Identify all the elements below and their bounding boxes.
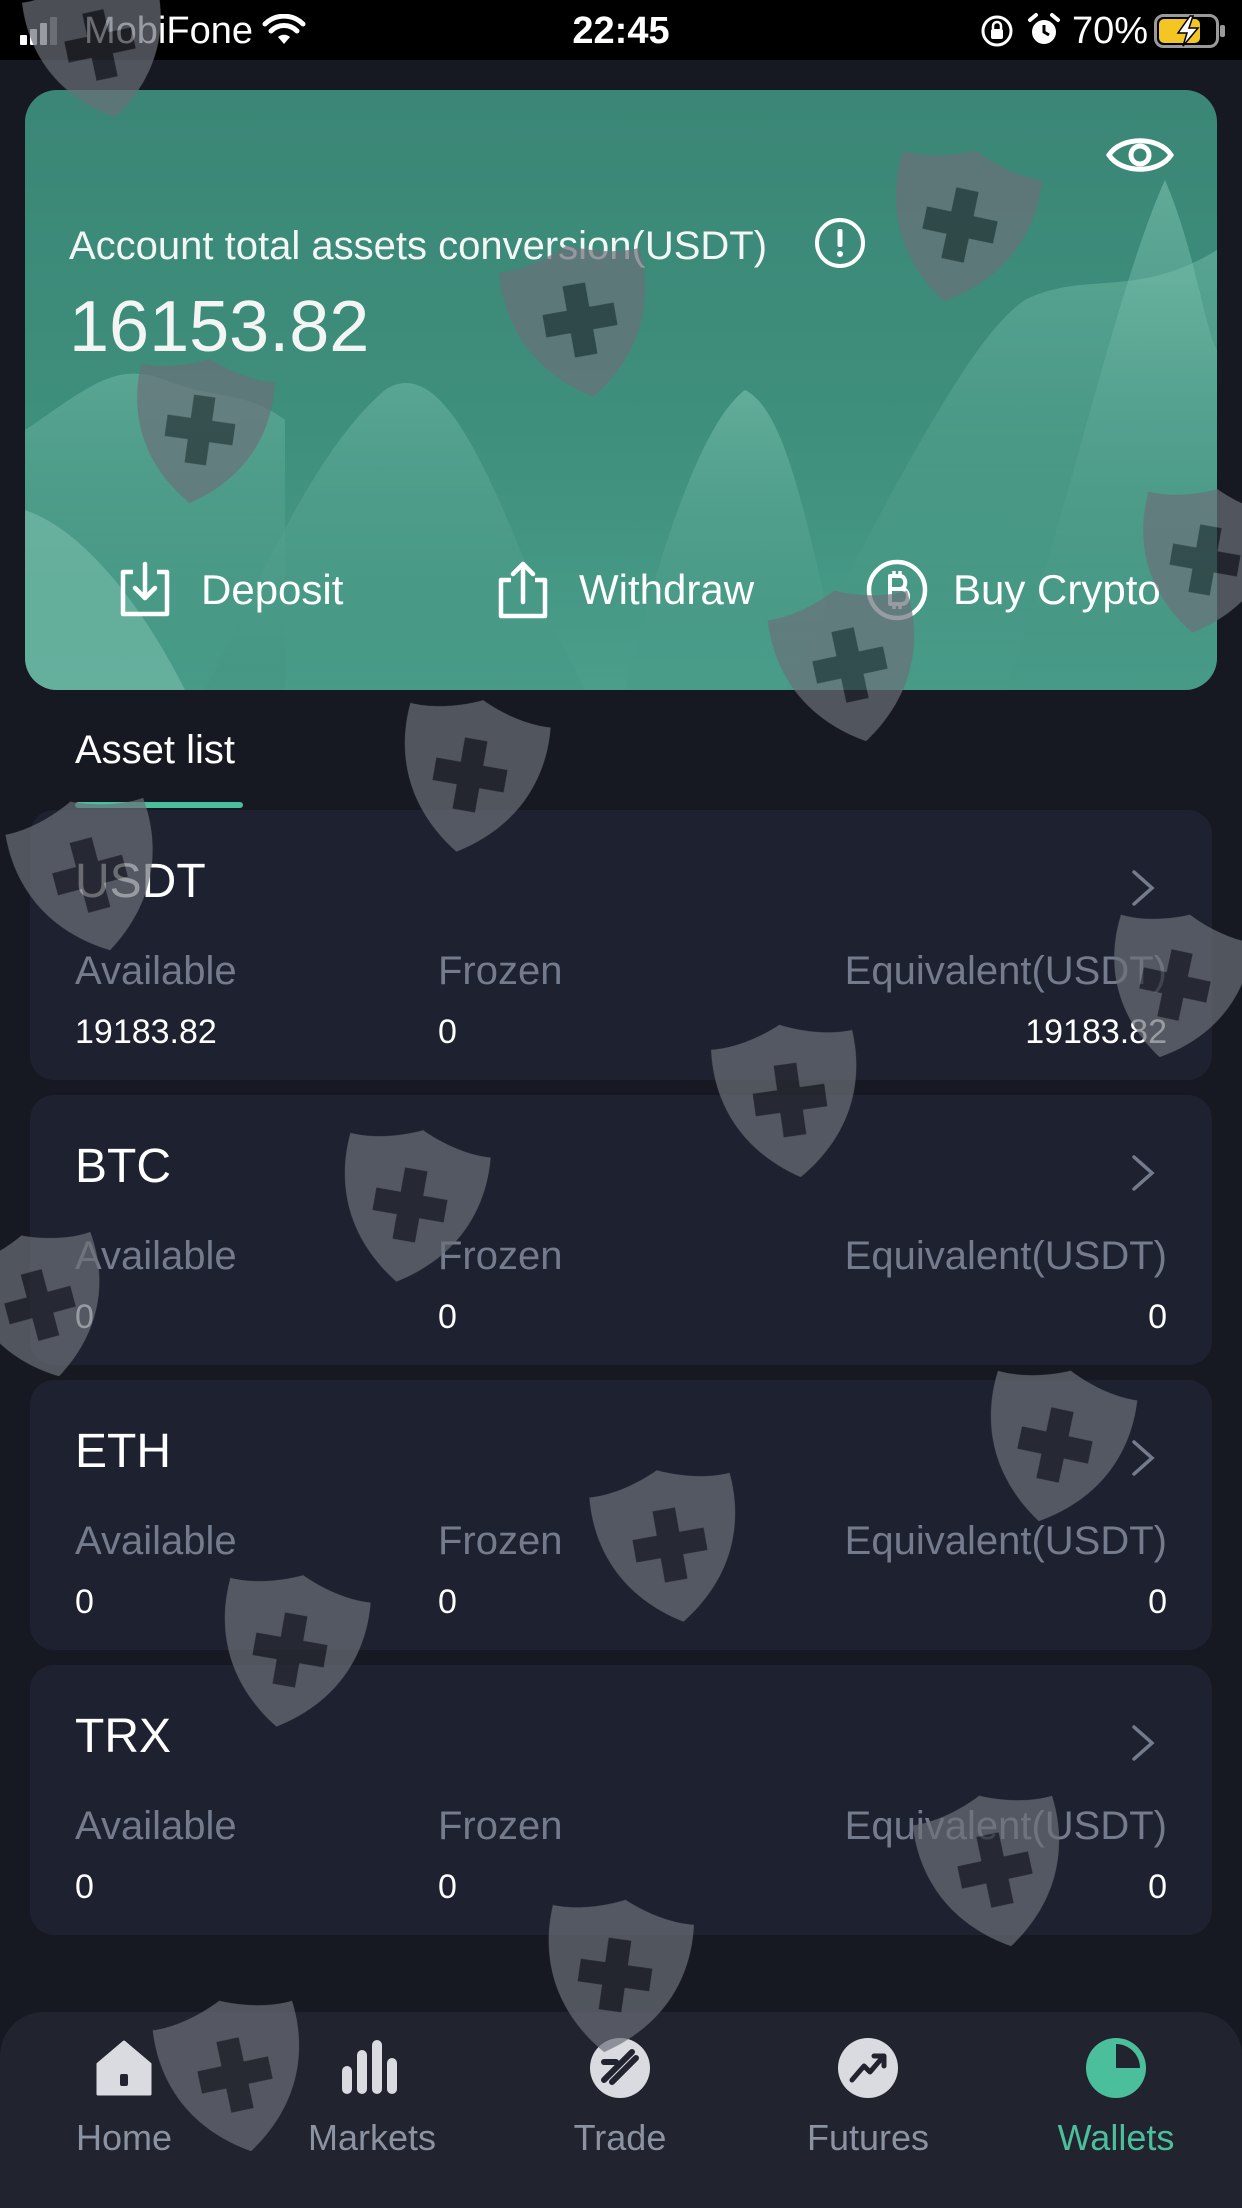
- toggle-visibility-eye-icon[interactable]: [1105, 128, 1175, 182]
- equivalent-label: Equivalent(USDT): [844, 949, 1167, 993]
- battery-charging-icon: [1154, 14, 1225, 48]
- download-icon: [120, 561, 170, 617]
- nav-markets[interactable]: Markets: [248, 2012, 496, 2208]
- chevron-right-icon: [1132, 1155, 1155, 1191]
- nav-label: Trade: [573, 2117, 667, 2158]
- bar-chart-icon: [342, 2040, 397, 2094]
- frozen-label: Frozen: [438, 1234, 563, 1278]
- status-bar: MobiFone 22:45 70%: [0, 0, 1242, 60]
- equivalent-label: Equivalent(USDT): [844, 1234, 1167, 1278]
- available-value: 19183.82: [75, 1013, 217, 1051]
- asset-card-trx[interactable]: TRX Available Frozen Equivalent(USDT) 0 …: [30, 1665, 1212, 1935]
- equivalent-value: 19183.82: [1025, 1013, 1167, 1051]
- battery-percentage: 70%: [1072, 10, 1149, 52]
- asset-symbol: ETH: [75, 1425, 171, 1478]
- tab-asset-list[interactable]: Asset list: [75, 720, 235, 780]
- total-assets-label: Account total assets conversion(USDT): [69, 224, 768, 268]
- nav-trade[interactable]: Trade: [496, 2012, 744, 2208]
- frozen-label: Frozen: [438, 1519, 563, 1563]
- available-label: Available: [75, 1519, 237, 1563]
- frozen-label: Frozen: [438, 949, 563, 993]
- buy-crypto-button[interactable]: Buy Crypto: [865, 550, 1161, 630]
- equivalent-label: Equivalent(USDT): [844, 1804, 1167, 1848]
- asset-symbol: BTC: [75, 1140, 171, 1193]
- asset-card-usdt[interactable]: USDT Available Frozen Equivalent(USDT) 1…: [30, 810, 1212, 1080]
- trade-icon: [590, 2038, 650, 2098]
- trend-up-icon: [838, 2038, 898, 2098]
- frozen-label: Frozen: [438, 1804, 563, 1848]
- nav-label: Markets: [307, 2117, 437, 2158]
- nav-home[interactable]: Home: [0, 2012, 248, 2208]
- nav-label: Wallets: [1057, 2117, 1175, 2158]
- asset-symbol: TRX: [75, 1710, 171, 1763]
- bottom-navigation: Home Markets Trade Futures Wallets: [0, 2012, 1242, 2208]
- deposit-label: Deposit: [201, 566, 344, 613]
- frozen-value: 0: [438, 1013, 457, 1051]
- chevron-right-icon: [1132, 870, 1155, 906]
- nav-label: Home: [75, 2117, 173, 2158]
- equivalent-value: 0: [1148, 1298, 1167, 1336]
- total-assets-value: 16153.82: [69, 287, 370, 367]
- frozen-value: 0: [438, 1868, 457, 1906]
- withdraw-label: Withdraw: [579, 566, 755, 613]
- available-value: 0: [75, 1583, 94, 1621]
- available-value: 0: [75, 1868, 94, 1906]
- info-icon[interactable]: [813, 216, 867, 270]
- equivalent-value: 0: [1148, 1868, 1167, 1906]
- asset-symbol: USDT: [75, 855, 206, 908]
- buy-crypto-label: Buy Crypto: [953, 566, 1161, 613]
- asset-card-eth[interactable]: ETH Available Frozen Equivalent(USDT) 0 …: [30, 1380, 1212, 1650]
- equivalent-value: 0: [1148, 1583, 1167, 1621]
- pie-chart-icon: [1086, 2038, 1146, 2098]
- chevron-right-icon: [1132, 1440, 1155, 1476]
- frozen-value: 0: [438, 1298, 457, 1336]
- equivalent-label: Equivalent(USDT): [844, 1519, 1167, 1563]
- tab-active-indicator: [75, 802, 243, 808]
- asset-card-btc[interactable]: BTC Available Frozen Equivalent(USDT) 0 …: [30, 1095, 1212, 1365]
- chevron-right-icon: [1132, 1725, 1155, 1761]
- nav-futures[interactable]: Futures: [744, 2012, 992, 2208]
- frozen-value: 0: [438, 1583, 457, 1621]
- available-value: 0: [75, 1298, 94, 1336]
- account-summary-card: Account total assets conversion(USDT) 16…: [25, 90, 1217, 690]
- available-label: Available: [75, 949, 237, 993]
- nav-wallets[interactable]: Wallets: [992, 2012, 1240, 2208]
- home-icon: [96, 2040, 152, 2096]
- upload-icon: [498, 561, 548, 619]
- bitcoin-icon: [866, 559, 928, 621]
- withdraw-button[interactable]: Withdraw: [491, 550, 754, 630]
- orientation-lock-icon: [981, 15, 1013, 47]
- alarm-icon: [1028, 13, 1060, 44]
- deposit-button[interactable]: Deposit: [113, 550, 343, 630]
- available-label: Available: [75, 1234, 237, 1278]
- available-label: Available: [75, 1804, 237, 1848]
- nav-label: Futures: [806, 2117, 930, 2158]
